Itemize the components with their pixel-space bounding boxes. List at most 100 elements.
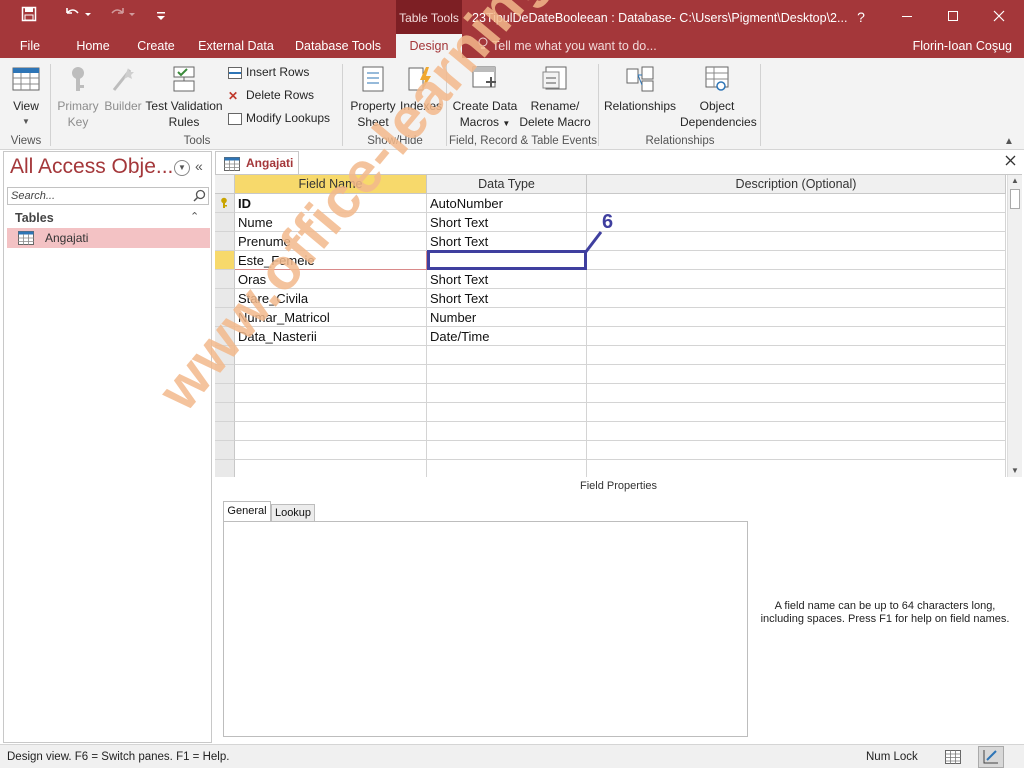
nav-menu-chevron-icon[interactable]: ▼	[174, 160, 190, 176]
field-name-cell[interactable]	[235, 365, 427, 384]
test-validation-rules-button[interactable]: Test Validation Rules	[145, 64, 223, 130]
field-name-cell[interactable]	[235, 441, 427, 460]
row-selector[interactable]	[215, 384, 235, 403]
field-name-cell[interactable]: Este_Femeie	[235, 251, 427, 270]
row-selector[interactable]	[215, 251, 235, 270]
row-selector[interactable]	[215, 270, 235, 289]
description-cell[interactable]	[587, 346, 1006, 365]
datasheet-view-status-icon[interactable]	[945, 750, 961, 767]
data-type-cell[interactable]: Short Text	[427, 213, 587, 232]
field-name-cell[interactable]	[235, 384, 427, 403]
row-selector[interactable]	[215, 422, 235, 441]
row-selector[interactable]	[215, 346, 235, 365]
description-cell[interactable]	[587, 194, 1006, 213]
data-type-cell[interactable]: Short Text	[427, 289, 587, 308]
object-dependencies-button[interactable]: Object Dependencies	[680, 64, 757, 130]
relationships-button[interactable]: Relationships	[602, 64, 678, 114]
redo-icon[interactable]	[104, 6, 138, 28]
description-cell[interactable]	[587, 441, 1006, 460]
tab-database-tools[interactable]: Database Tools	[290, 34, 386, 58]
field-name-cell[interactable]	[235, 346, 427, 365]
data-type-cell[interactable]	[427, 441, 587, 460]
row-selector[interactable]	[215, 213, 235, 232]
tab-design[interactable]: Design	[396, 34, 462, 58]
scroll-up-icon[interactable]: ▲	[1008, 175, 1022, 187]
row-selector[interactable]	[215, 365, 235, 384]
tab-general[interactable]: General	[223, 501, 271, 521]
delete-rows-button[interactable]: ✕ Delete Rows	[228, 85, 314, 105]
description-cell[interactable]	[587, 327, 1006, 346]
field-name-cell[interactable]	[235, 460, 427, 477]
data-type-cell[interactable]: Date/Time	[427, 327, 587, 346]
customize-toolbar-icon[interactable]	[152, 6, 170, 28]
create-data-macros-button[interactable]: Create Data Macros ▼	[450, 64, 520, 132]
undo-icon[interactable]	[60, 6, 94, 28]
data-type-cell[interactable]: Short Text	[427, 270, 587, 289]
data-type-cell[interactable]	[427, 384, 587, 403]
data-type-cell[interactable]	[427, 250, 587, 270]
help-button[interactable]: ?	[838, 0, 884, 34]
row-selector[interactable]	[215, 441, 235, 460]
row-selector[interactable]	[215, 308, 235, 327]
user-name[interactable]: Florin-Ioan Coşug	[913, 34, 1012, 58]
field-name-cell[interactable]: Stare_Civila	[235, 289, 427, 308]
data-type-cell[interactable]	[427, 422, 587, 441]
description-cell[interactable]	[587, 422, 1006, 441]
description-cell[interactable]	[587, 232, 1006, 251]
row-selector[interactable]	[215, 194, 235, 213]
description-cell[interactable]	[587, 384, 1006, 403]
collapse-group-icon[interactable]: ⌃	[190, 210, 199, 223]
field-name-cell[interactable]: ID	[235, 194, 427, 213]
data-type-cell[interactable]: Number	[427, 308, 587, 327]
indexes-button[interactable]: Indexes	[400, 64, 442, 114]
row-selector[interactable]	[215, 327, 235, 346]
field-name-cell[interactable]	[235, 422, 427, 441]
data-type-cell[interactable]	[427, 460, 587, 477]
field-name-cell[interactable]	[235, 403, 427, 422]
property-sheet-button[interactable]: Property Sheet	[348, 64, 398, 130]
design-view-status-icon[interactable]	[978, 746, 1004, 768]
tab-file[interactable]: File	[12, 34, 48, 58]
field-name-cell[interactable]: Numar_Matricol	[235, 308, 427, 327]
nav-group-tables[interactable]: Tables	[6, 208, 210, 228]
description-cell[interactable]	[587, 251, 1006, 270]
row-selector[interactable]	[215, 289, 235, 308]
tab-create[interactable]: Create	[130, 34, 182, 58]
search-icon[interactable]	[193, 189, 206, 205]
close-window-icon[interactable]	[976, 0, 1022, 34]
description-cell[interactable]	[587, 460, 1006, 477]
data-type-cell[interactable]: Short Text	[427, 232, 587, 251]
data-type-cell[interactable]	[427, 365, 587, 384]
row-selector[interactable]	[215, 403, 235, 422]
tell-me-search[interactable]: Tell me what you want to do...	[478, 34, 657, 58]
scroll-down-icon[interactable]: ▼	[1008, 466, 1022, 475]
field-name-cell[interactable]: Nume	[235, 213, 427, 232]
modify-lookups-button[interactable]: Modify Lookups	[228, 108, 330, 128]
save-icon[interactable]	[18, 6, 40, 28]
description-cell[interactable]	[587, 289, 1006, 308]
data-type-cell[interactable]: AutoNumber	[427, 194, 587, 213]
builder-button[interactable]: Builder	[102, 64, 144, 114]
select-all-corner[interactable]	[215, 175, 235, 194]
document-tab-angajati[interactable]: Angajati	[215, 151, 299, 174]
grid-vertical-scrollbar[interactable]: ▲ ▼	[1007, 175, 1022, 477]
row-selector[interactable]	[215, 460, 235, 477]
description-cell[interactable]	[587, 365, 1006, 384]
row-selector[interactable]	[215, 232, 235, 251]
data-type-cell[interactable]	[427, 403, 587, 422]
tab-external-data[interactable]: External Data	[194, 34, 278, 58]
view-button[interactable]: View ▼	[6, 64, 46, 130]
field-name-cell[interactable]: Oras	[235, 270, 427, 289]
insert-rows-button[interactable]: Insert Rows	[228, 62, 309, 82]
field-name-cell[interactable]: Prenume	[235, 232, 427, 251]
description-cell[interactable]	[587, 308, 1006, 327]
description-cell[interactable]	[587, 403, 1006, 422]
field-name-cell[interactable]: Data_Nasterii	[235, 327, 427, 346]
rename-delete-macro-button[interactable]: Rename/ Delete Macro	[518, 64, 592, 130]
minimize-icon[interactable]	[884, 0, 930, 34]
scroll-thumb[interactable]	[1010, 189, 1020, 209]
nav-item-angajati[interactable]: Angajati	[7, 228, 210, 248]
data-type-cell[interactable]	[427, 346, 587, 365]
nav-search-input[interactable]: Search...	[7, 187, 209, 205]
tab-lookup[interactable]: Lookup	[271, 504, 315, 521]
